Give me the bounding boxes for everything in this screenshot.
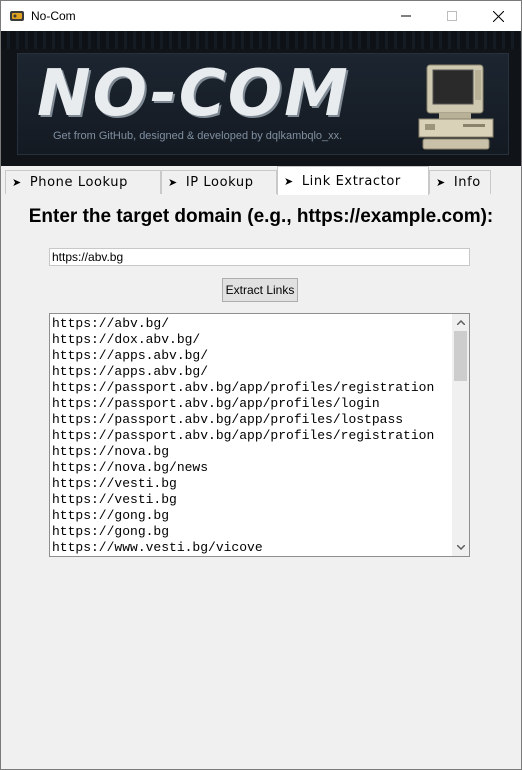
banner-subtitle: Get from GitHub, designed & developed by…	[53, 130, 343, 142]
result-link: https://gong.bg	[52, 508, 170, 523]
result-link: https://nova.bg/news	[52, 460, 209, 475]
result-link: https://dox.abv.bg/	[52, 332, 201, 347]
results-textbox[interactable]: https://abv.bg/https://dox.abv.bg/https:…	[49, 313, 470, 557]
banner-logo: NO-COM	[37, 57, 350, 131]
tab-bar: ➤ Phone Lookup ➤ IP Lookup ➤ Link Extrac…	[1, 166, 521, 196]
results-list: https://abv.bg/https://dox.abv.bg/https:…	[52, 316, 452, 556]
scroll-thumb[interactable]	[454, 331, 467, 381]
tab-ip-lookup[interactable]: ➤ IP Lookup	[161, 170, 277, 194]
page-heading: Enter the target domain (e.g., https://e…	[28, 206, 494, 227]
tab-label: IP Lookup	[185, 175, 254, 190]
scroll-up-button[interactable]	[452, 314, 469, 331]
scroll-down-button[interactable]	[452, 539, 469, 556]
banner-strip	[1, 31, 521, 49]
title-bar: No-Com	[1, 1, 521, 31]
results-scrollbar[interactable]	[452, 314, 469, 556]
minimize-icon	[401, 15, 411, 17]
result-link: https://gong.bg	[52, 524, 170, 539]
close-icon	[492, 10, 504, 22]
banner: NO-COM Get from GitHub, designed & devel…	[1, 31, 521, 166]
arrow-icon: ➤	[436, 176, 446, 189]
chevron-up-icon	[456, 320, 465, 325]
result-link: https://www.vesti.bg/vicove	[52, 540, 263, 555]
arrow-icon: ➤	[284, 174, 294, 188]
tab-label: Phone Lookup	[29, 175, 128, 190]
maximize-button[interactable]	[429, 1, 475, 31]
app-window: No-Com NO-COM Get from GitHub, designed …	[0, 0, 522, 770]
tab-link-extractor[interactable]: ➤ Link Extractor	[277, 166, 429, 195]
result-link: https://passport.abv.bg/app/profiles/log…	[52, 396, 380, 411]
result-link: https://vesti.bg	[52, 492, 177, 507]
minimize-button[interactable]	[383, 1, 429, 31]
chevron-down-icon	[456, 545, 465, 550]
tab-label: Link Extractor	[301, 173, 401, 189]
maximize-icon	[447, 11, 457, 21]
tab-phone-lookup[interactable]: ➤ Phone Lookup	[5, 170, 161, 194]
result-link: https://passport.abv.bg/app/profiles/los…	[52, 412, 404, 427]
arrow-icon: ➤	[12, 176, 22, 189]
window-title: No-Com	[31, 9, 76, 23]
result-link: https://nova.bg	[52, 444, 170, 459]
arrow-icon: ➤	[168, 176, 178, 189]
domain-input[interactable]	[49, 248, 470, 266]
result-link: https://apps.abv.bg/	[52, 364, 209, 379]
result-link: https://apps.abv.bg/	[52, 348, 209, 363]
app-icon	[9, 8, 25, 24]
close-button[interactable]	[475, 1, 521, 31]
result-link: https://vesti.bg	[52, 476, 177, 491]
result-link: https://abv.bg/	[52, 316, 170, 331]
retro-computer-icon	[417, 61, 497, 153]
result-link: https://passport.abv.bg/app/profiles/reg…	[52, 428, 435, 443]
tab-info[interactable]: ➤ Info	[429, 170, 491, 194]
extract-links-button[interactable]: Extract Links	[222, 278, 298, 302]
tab-label: Info	[453, 175, 481, 190]
result-link: https://passport.abv.bg/app/profiles/reg…	[52, 380, 435, 395]
